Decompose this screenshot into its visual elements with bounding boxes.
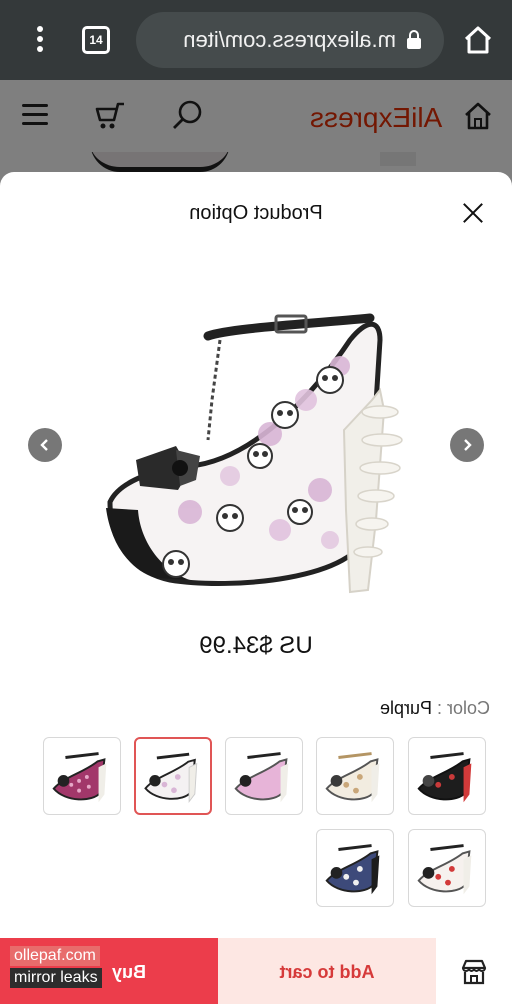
watermark-line-2: mirror leaks (10, 968, 102, 988)
store-icon[interactable] (460, 958, 488, 986)
chevron-right-icon (464, 439, 472, 451)
lock-icon (407, 30, 421, 49)
product-price: US $34.99 (199, 632, 313, 659)
color-option-pink[interactable] (225, 737, 303, 815)
color-option-red-floral[interactable] (408, 829, 486, 907)
home-icon[interactable] (462, 24, 494, 56)
url-text[interactable]: m.aliexpress.com/iten (164, 27, 396, 53)
watermark-line-1: ollepaf.com (10, 946, 100, 966)
thumbnail-image (417, 752, 472, 803)
color-value: Purple (379, 698, 432, 718)
buy-now-label[interactable]: Buy (112, 962, 146, 983)
thumbnail-image (52, 752, 107, 803)
tab-count: 14 (89, 33, 103, 47)
color-selection-label: Color : Purple (368, 698, 490, 719)
color-separator: : (431, 698, 447, 718)
color-option-cream-skull[interactable] (316, 737, 394, 815)
menu-dots-icon[interactable] (30, 26, 50, 54)
color-option-white-skull[interactable] (134, 737, 212, 815)
next-image-button[interactable] (450, 428, 484, 462)
chevron-left-icon (40, 439, 48, 451)
product-image (106, 313, 403, 594)
color-option-red-black[interactable] (408, 737, 486, 815)
thumbnail-image (144, 752, 198, 804)
sheet-title: Product Option (189, 202, 323, 224)
tabs-icon[interactable]: 14 (82, 26, 110, 54)
thumbnail-image (417, 844, 472, 895)
add-to-cart-label[interactable]: Add to cart (218, 962, 436, 983)
thumbnail-image (234, 752, 289, 803)
color-option-pink-polka[interactable] (43, 737, 121, 815)
previous-image-button[interactable] (28, 428, 62, 462)
close-icon[interactable] (460, 200, 486, 226)
color-label: Color (446, 698, 490, 718)
thumbnail-image (325, 752, 380, 803)
color-option-navy-floral[interactable] (316, 829, 394, 907)
watermark: ollepaf.com mirror leaks (10, 946, 114, 990)
thumbnail-image (325, 844, 380, 895)
